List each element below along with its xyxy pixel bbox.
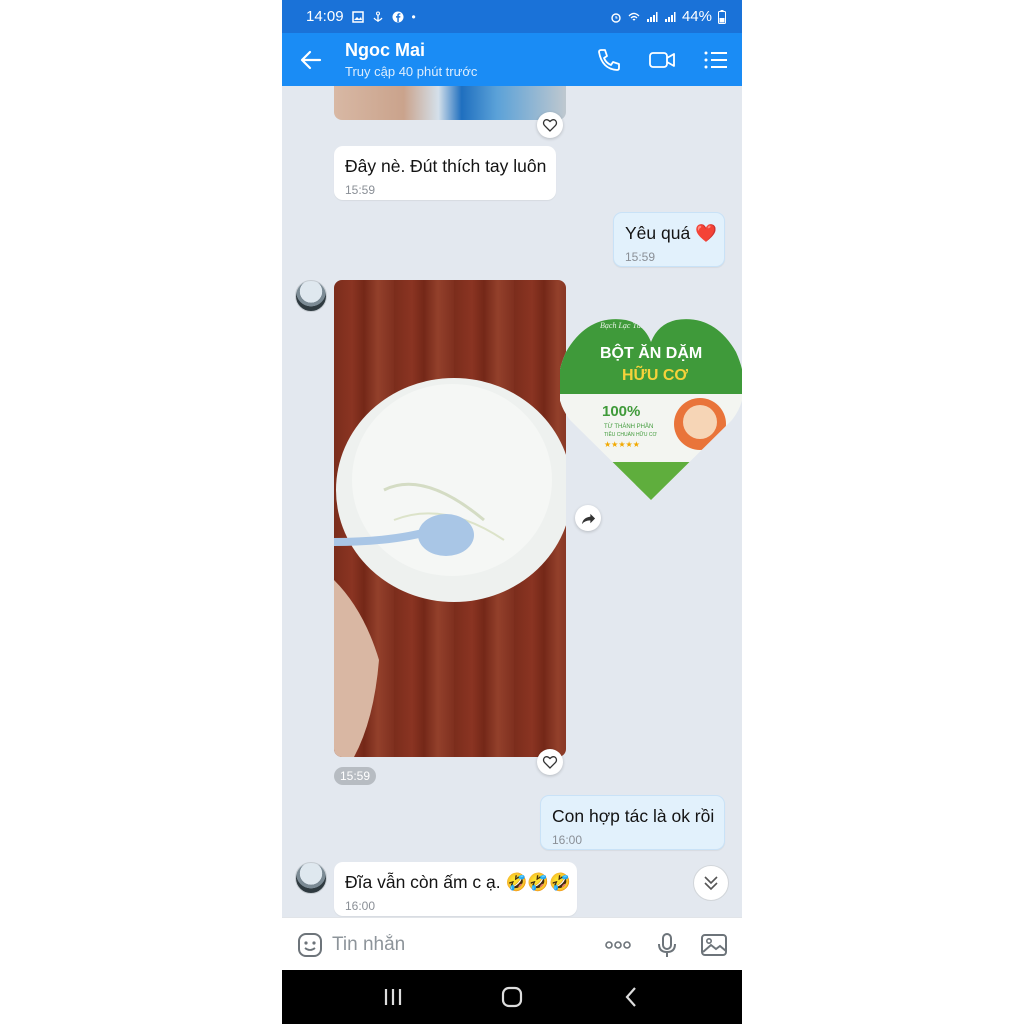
avatar[interactable] (295, 280, 327, 312)
status-time: 14:09 (306, 8, 344, 25)
system-nav-bar (282, 970, 742, 1024)
alarm-icon (611, 12, 621, 23)
recents-icon[interactable] (380, 984, 406, 1010)
signal-2-icon (664, 11, 676, 22)
video-call-icon[interactable] (648, 46, 676, 74)
scroll-to-bottom-button[interactable] (693, 865, 729, 901)
signal-icon (646, 11, 658, 22)
image-icon[interactable] (700, 931, 728, 959)
sticker-tag1: TỪ THÀNH PHẦN (604, 423, 653, 430)
sticker-brand: Bạch Lạc Tâm (600, 321, 647, 330)
menu-icon[interactable] (702, 46, 730, 74)
more-icon[interactable] (604, 931, 632, 959)
chevron-double-down-icon (704, 876, 718, 891)
message-outgoing[interactable]: Yêu quá ❤️ 15:59 (613, 212, 725, 267)
avatar[interactable] (295, 862, 327, 894)
back-icon[interactable] (619, 984, 645, 1010)
emoji-icon[interactable] (296, 931, 324, 959)
heart-icon (542, 756, 558, 769)
phone-icon[interactable] (595, 46, 623, 74)
message-input[interactable] (332, 930, 582, 960)
anchor-notification-icon (373, 11, 383, 22)
like-button[interactable] (537, 112, 563, 138)
back-arrow-icon[interactable] (298, 47, 324, 73)
more-notifications-dot: • (411, 9, 416, 24)
contact-info[interactable]: Ngoc Mai Truy cập 40 phút trước (345, 40, 477, 79)
home-icon[interactable] (499, 984, 525, 1010)
last-seen: Truy cập 40 phút trước (345, 64, 478, 79)
bowl-photo (334, 378, 566, 757)
chat-header: Ngoc Mai Truy cập 40 phút trước (282, 33, 742, 86)
message-text: Đĩa vẫn còn ấm c ạ. 🤣🤣🤣 (345, 872, 571, 892)
contact-name: Ngoc Mai (345, 40, 426, 60)
battery-percent: 44% (681, 8, 712, 25)
gallery-notification-icon (351, 10, 364, 23)
photo-message-bowl[interactable] (334, 280, 566, 757)
message-text: Con hợp tác là ok rồi (552, 806, 715, 826)
chat-screen: 14:09 • 44% Ngoc Mai Truy cập 40 phút tr… (282, 0, 742, 1024)
heart-sticker: Bạch Lạc Tâm BỘT ĂN DẶM HỮU CƠ 100% TỪ T… (560, 319, 742, 500)
message-time: 15:59 (345, 183, 376, 197)
share-icon (581, 513, 595, 524)
sticker-tag2: TIÊU CHUẨN HỮU CƠ (604, 430, 657, 438)
message-incoming[interactable]: Đây nè. Đút thích tay luôn 15:59 (334, 146, 556, 200)
photo-message-previous[interactable] (334, 86, 566, 120)
battery-icon (718, 9, 726, 24)
message-incoming[interactable]: Đĩa vẫn còn ấm c ạ. 🤣🤣🤣 16:00 (334, 862, 577, 916)
message-time: 16:00 (345, 899, 376, 913)
svg-text:★★★★★: ★★★★★ (604, 440, 640, 449)
message-text: Yêu quá ❤️ (625, 223, 717, 243)
share-button[interactable] (575, 505, 601, 531)
wifi-icon (628, 12, 640, 20)
status-bar: 14:09 • 44% (282, 0, 742, 33)
sticker-line1: BỘT ĂN DẶM (600, 343, 702, 362)
microphone-icon[interactable] (653, 931, 681, 959)
message-text: Đây nè. Đút thích tay luôn (345, 156, 547, 176)
message-time: 16:00 (552, 833, 583, 847)
photo-time: 15:59 (334, 767, 377, 785)
facebook-notification-icon (392, 11, 404, 22)
like-button[interactable] (537, 749, 563, 775)
heart-icon (542, 119, 558, 132)
sticker-line2: HỮU CƠ (622, 364, 688, 384)
message-outgoing[interactable]: Con hợp tác là ok rồi 16:00 (540, 795, 725, 850)
sticker-percent: 100% (602, 403, 640, 420)
message-time: 15:59 (625, 250, 656, 264)
message-input-bar (282, 917, 742, 970)
